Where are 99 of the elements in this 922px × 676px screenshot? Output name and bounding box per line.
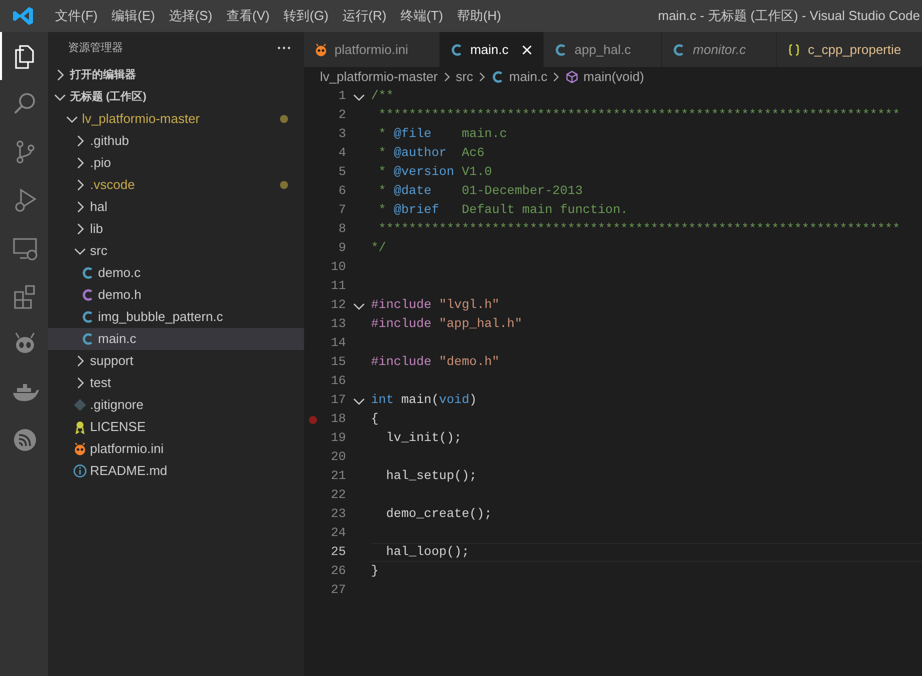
line-number: 15 — [330, 354, 346, 371]
editor-tab[interactable]: monitor.c — [662, 32, 778, 67]
signal-circle-icon[interactable] — [11, 426, 39, 454]
folder-item[interactable]: lv_platformio-master — [48, 108, 304, 130]
line-number: 20 — [330, 449, 346, 466]
c-file-icon — [81, 266, 95, 280]
folder-item[interactable]: test — [48, 372, 304, 394]
folder-item[interactable]: lib — [48, 218, 304, 240]
code-line: hal_loop(); — [371, 543, 922, 562]
code-line: #include "lvgl.h" — [371, 297, 500, 314]
alien-head-icon — [73, 442, 87, 456]
menu-item[interactable]: 终端(T) — [393, 0, 450, 32]
line-number: 13 — [330, 316, 346, 333]
file-item[interactable]: platformio.ini — [48, 438, 304, 460]
diamond-icon — [73, 398, 87, 412]
panel-title: 资源管理器 — [68, 40, 123, 56]
c-file-icon — [81, 332, 95, 346]
code-line: ********************************************************************* — [378, 221, 902, 238]
section-header[interactable]: 打开的编辑器 — [48, 64, 304, 86]
section-header[interactable]: 无标题 (工作区) — [48, 86, 304, 108]
c-file-icon — [554, 42, 568, 56]
menu-item[interactable]: 文件(F) — [48, 0, 105, 32]
line-number: 26 — [330, 563, 346, 580]
line-number: 4 — [337, 145, 346, 162]
line-number: 1 — [337, 88, 346, 105]
braces-icon — [787, 42, 802, 56]
line-number: 19 — [330, 430, 346, 447]
code-line: * @date 01-December-2013 — [378, 183, 584, 200]
line-number: 11 — [330, 278, 346, 295]
folder-item[interactable]: .pio — [48, 152, 304, 174]
folder-item[interactable]: src — [48, 240, 304, 262]
file-item[interactable]: README.md — [48, 460, 304, 482]
window-title: main.c - 无标题 (工作区) - Visual Studio Code — [658, 7, 921, 26]
line-number: 7 — [337, 202, 346, 219]
code-line: /** — [371, 88, 395, 105]
code-line: ********************************************************************* — [378, 107, 902, 124]
editor-tab[interactable]: main.c — [440, 32, 544, 67]
editor-tab[interactable]: app_hal.c — [544, 32, 662, 67]
c-file-icon — [81, 310, 95, 324]
file-item[interactable]: LICENSE — [48, 416, 304, 438]
breadcrumb-item[interactable]: main.c — [509, 67, 548, 87]
code-line: hal_setup(); — [385, 468, 478, 485]
line-number: 10 — [330, 259, 346, 276]
line-number: 24 — [330, 525, 346, 542]
line-number: 22 — [330, 487, 346, 504]
menu-item[interactable]: 转到(G) — [276, 0, 336, 32]
line-number: 18 — [330, 411, 346, 428]
breadcrumb-item[interactable]: lv_platformio-master — [320, 67, 438, 87]
line-number: 12 — [330, 297, 346, 314]
code-line: } — [371, 563, 380, 580]
menu-item[interactable]: 编辑(E) — [104, 0, 162, 32]
line-number: 8 — [337, 221, 346, 238]
folder-item[interactable]: .github — [48, 130, 304, 152]
alien-head-icon — [314, 42, 328, 56]
cube-icon — [565, 70, 580, 84]
breadcrumb-item[interactable]: main(void) — [583, 67, 644, 87]
code-line: * @file main.c — [378, 126, 508, 143]
line-number: 14 — [330, 335, 346, 352]
c-file-icon — [450, 42, 464, 56]
breakpoint-dot[interactable] — [308, 414, 318, 424]
line-number: 16 — [330, 373, 346, 390]
breadcrumb-item[interactable]: src — [456, 67, 474, 87]
file-item[interactable]: .gitignore — [48, 394, 304, 416]
c-header-icon — [81, 288, 95, 302]
code-line: demo_create(); — [385, 506, 493, 523]
folder-item[interactable]: support — [48, 350, 304, 372]
code-line: * @brief Default main function. — [378, 202, 629, 219]
file-item[interactable]: demo.c — [48, 262, 304, 284]
menu-item[interactable]: 选择(S) — [162, 0, 220, 32]
folder-item[interactable]: hal — [48, 196, 304, 218]
line-number: 21 — [330, 468, 346, 485]
code-line: * @version V1.0 — [378, 164, 493, 181]
line-number: 6 — [337, 183, 346, 200]
line-number: 17 — [330, 392, 346, 409]
editor-tab[interactable]: c_cpp_propertie — [777, 32, 922, 67]
code-line: * @author Ac6 — [378, 145, 486, 162]
line-number: 3 — [337, 126, 346, 143]
line-number: 25 — [330, 544, 346, 561]
file-item[interactable]: main.c — [48, 328, 304, 350]
code-line: #include "demo.h" — [371, 354, 500, 371]
line-number: 9 — [337, 240, 346, 257]
file-item[interactable]: demo.h — [48, 284, 304, 306]
code-line: #include "app_hal.h" — [371, 316, 524, 333]
code-line: { — [371, 411, 380, 428]
folder-item[interactable]: .vscode — [48, 174, 304, 196]
editor-tab[interactable]: platformio.ini — [304, 32, 440, 67]
code-line: int main(void) — [371, 392, 478, 409]
menu-item[interactable]: 运行(R) — [335, 0, 394, 32]
line-number: 27 — [330, 582, 346, 599]
code-line: */ — [371, 240, 388, 257]
code-line: lv_init(); — [385, 430, 463, 447]
file-item[interactable]: img_bubble_pattern.c — [48, 306, 304, 328]
menu-item[interactable]: 查看(V) — [219, 0, 277, 32]
line-number: 5 — [337, 164, 346, 181]
line-number: 2 — [337, 107, 346, 124]
line-number: 23 — [330, 506, 346, 523]
ribbon-icon — [73, 420, 87, 434]
menu-item[interactable]: 帮助(H) — [450, 0, 508, 32]
info-icon — [73, 464, 87, 478]
